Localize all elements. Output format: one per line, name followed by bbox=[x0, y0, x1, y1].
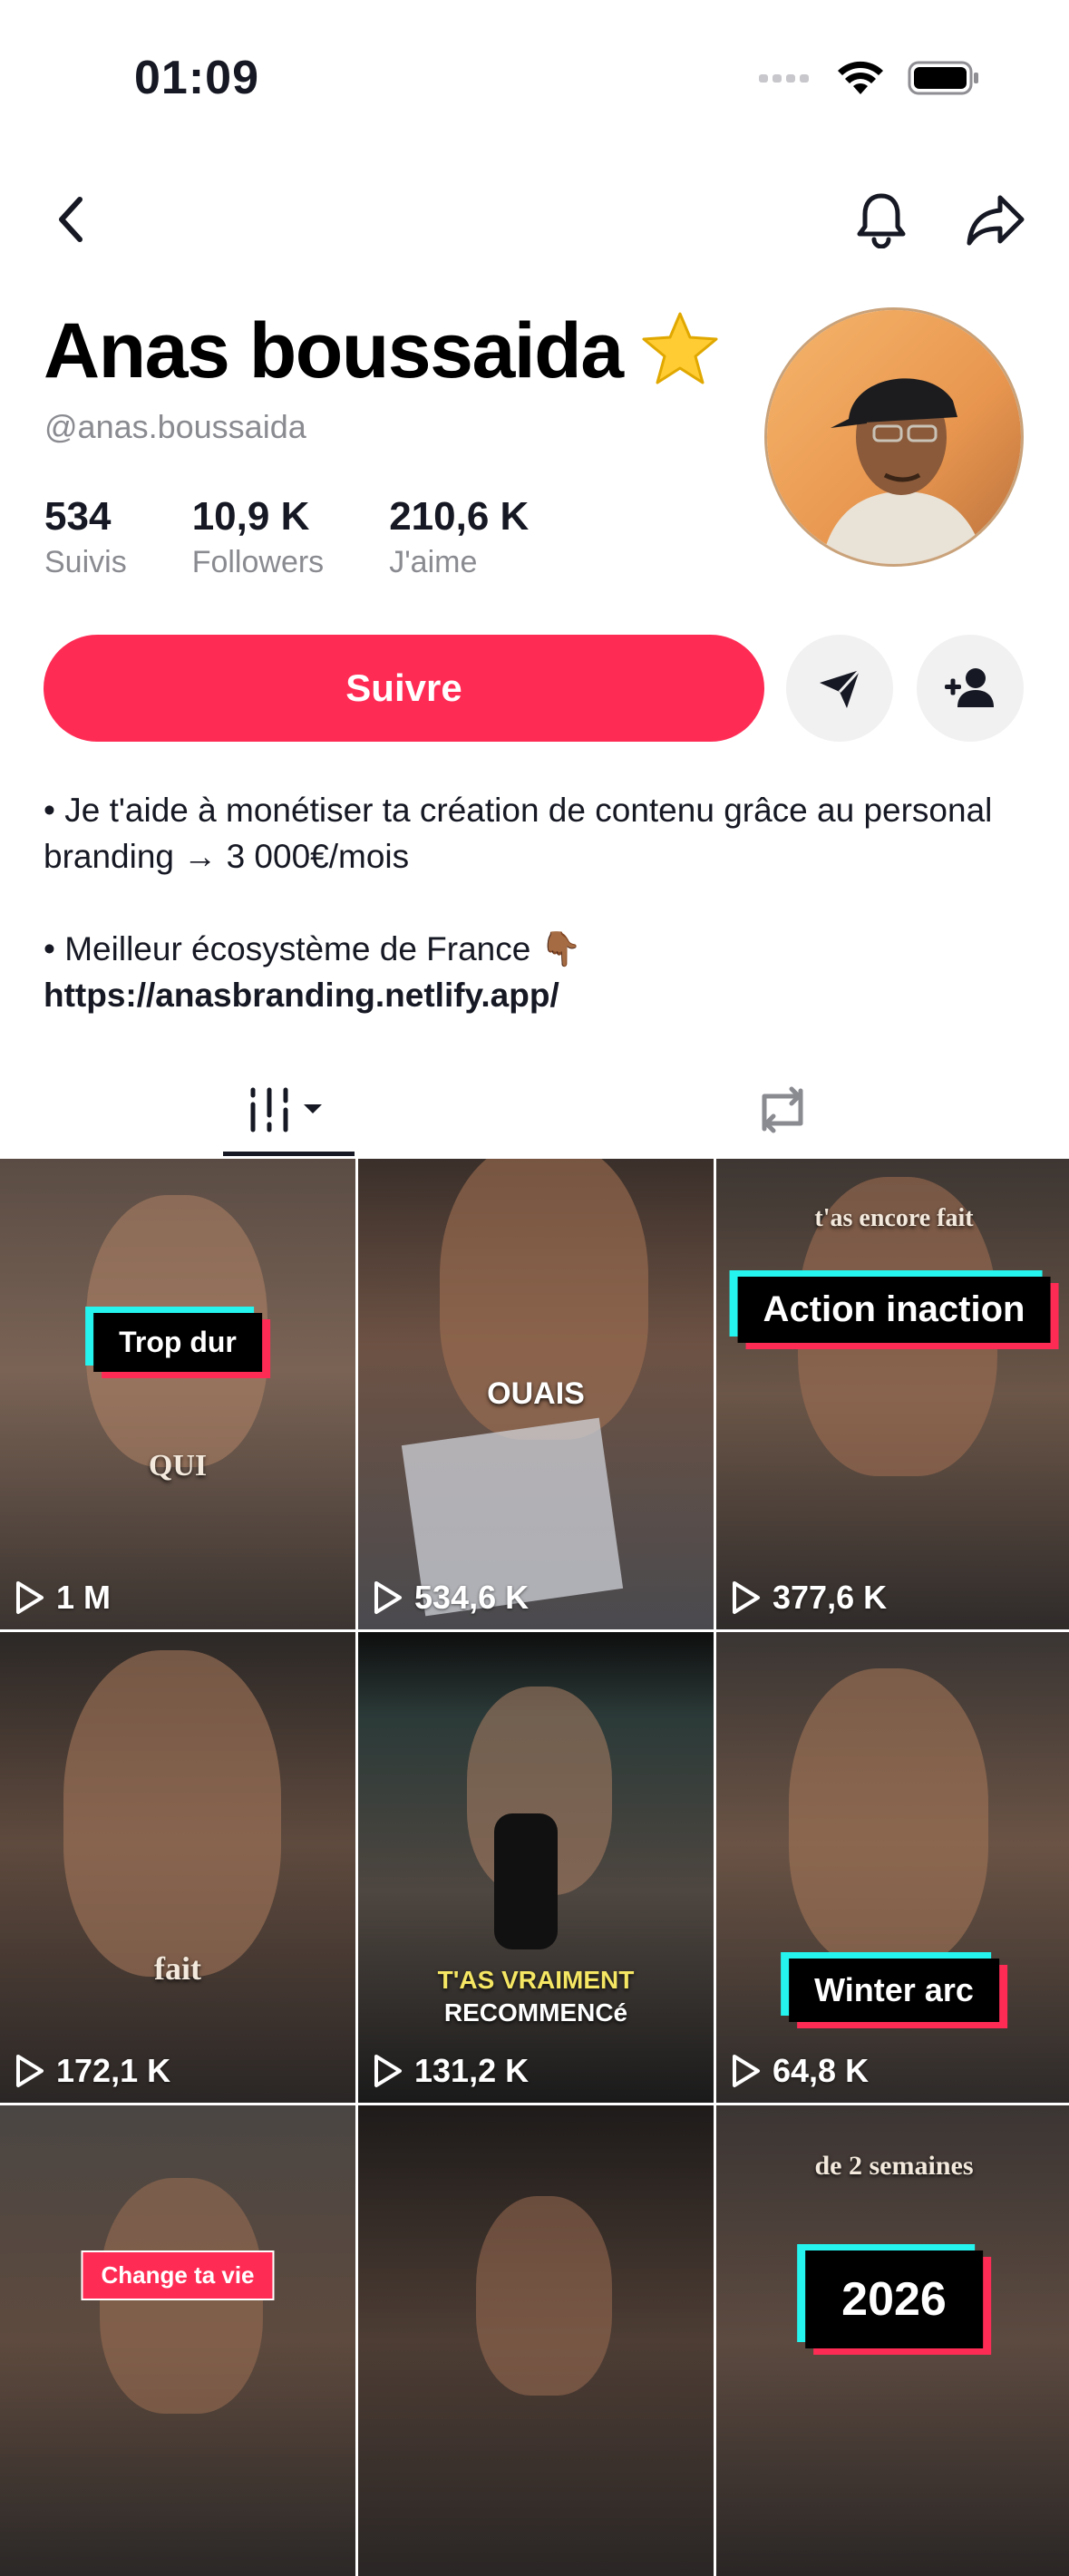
stat-likes[interactable]: 210,6 K J'aime bbox=[389, 494, 529, 580]
video-caption: Trop dur bbox=[93, 1313, 262, 1372]
tab-reposts[interactable] bbox=[716, 1063, 848, 1157]
view-count: 534,6 K bbox=[373, 1579, 529, 1617]
video-tile[interactable]: T'AS VRAIMENT RECOMMENCé 131,2 K bbox=[358, 1632, 714, 2103]
wifi-icon bbox=[838, 61, 883, 94]
play-icon bbox=[733, 2055, 760, 2087]
stat-label: Suivis bbox=[44, 545, 127, 579]
stat-label: J'aime bbox=[389, 545, 478, 579]
play-icon bbox=[374, 2055, 402, 2087]
play-icon bbox=[733, 1581, 760, 1614]
play-icon bbox=[16, 2055, 44, 2087]
message-button[interactable] bbox=[786, 635, 893, 742]
follow-button[interactable]: Suivre bbox=[44, 635, 764, 742]
view-count-text: 64,8 K bbox=[773, 2052, 870, 2089]
video-caption: Winter arc bbox=[789, 1959, 999, 2022]
username: @anas.boussaida bbox=[44, 408, 306, 445]
view-count-text: 1 M bbox=[56, 1579, 112, 1616]
tab-videos[interactable] bbox=[223, 1063, 355, 1157]
profile-name-row: Anas boussaida bbox=[44, 306, 721, 396]
stat-followers[interactable]: 10,9 K Followers bbox=[192, 494, 324, 580]
view-count: 377,6 K bbox=[731, 1579, 887, 1617]
view-count: 1 M bbox=[15, 1579, 111, 1617]
share-arrow-icon bbox=[967, 195, 1025, 246]
view-count-text: 131,2 K bbox=[414, 2052, 530, 2089]
play-icon bbox=[374, 1581, 402, 1614]
video-caption-secondary: 2026 bbox=[805, 2250, 983, 2348]
view-count: 172,1 K bbox=[15, 2052, 170, 2090]
video-caption-secondary: RECOMMENCé bbox=[443, 1998, 628, 2027]
star-badge-icon bbox=[639, 310, 721, 393]
bio: • Je t'aide à monétiser ta création de c… bbox=[44, 787, 1032, 1018]
video-caption-secondary: QUI bbox=[148, 1449, 208, 1482]
video-caption: T'AS VRAIMENT bbox=[437, 1966, 635, 1994]
send-icon bbox=[820, 668, 861, 708]
video-tile[interactable]: OUAIS 534,6 K bbox=[358, 1159, 714, 1629]
video-tile[interactable]: de 2 semaines 2026 bbox=[716, 2105, 1069, 2576]
notifications-button[interactable] bbox=[838, 176, 925, 263]
video-tile[interactable]: Change ta vie bbox=[0, 2105, 355, 2576]
battery-icon bbox=[908, 61, 978, 95]
tab-indicator bbox=[223, 1152, 355, 1156]
stat-following[interactable]: 534 Suivis bbox=[44, 494, 127, 580]
signal-icon bbox=[759, 74, 809, 83]
suggested-accounts-button[interactable] bbox=[917, 635, 1024, 742]
add-user-icon bbox=[945, 668, 994, 707]
view-count: 64,8 K bbox=[731, 2052, 869, 2090]
video-tile[interactable]: fait 172,1 K bbox=[0, 1632, 355, 2103]
stat-value: 534 bbox=[44, 494, 112, 539]
video-tile[interactable]: Trop dur QUI 1 M bbox=[0, 1159, 355, 1629]
video-caption: Change ta vie bbox=[81, 2250, 275, 2300]
stat-label: Followers bbox=[191, 545, 325, 579]
status-icons bbox=[759, 60, 980, 96]
bio-line: • Je t'aide à monétiser ta création de c… bbox=[44, 792, 993, 875]
status-time: 01:09 bbox=[134, 52, 259, 104]
view-count: 131,2 K bbox=[373, 2052, 529, 2090]
video-caption-secondary: Action inaction bbox=[737, 1277, 1051, 1343]
repost-icon bbox=[762, 1086, 802, 1133]
video-caption: t'as encore fait bbox=[814, 1204, 974, 1232]
video-grid-icon bbox=[250, 1087, 322, 1132]
back-button[interactable] bbox=[27, 176, 114, 263]
bio-link[interactable]: https://anasbranding.netlify.app/ bbox=[44, 972, 1032, 1018]
video-tile[interactable]: Winter arc 64,8 K bbox=[716, 1632, 1069, 2103]
video-tile[interactable]: t'as encore fait Action inaction 377,6 K bbox=[716, 1159, 1069, 1629]
display-name: Anas boussaida bbox=[44, 307, 624, 394]
bio-line: • Meilleur écosystème de France 👇🏾 bbox=[44, 930, 582, 967]
video-grid: Trop dur QUI 1 M OUAIS 534,6 K t'as enco… bbox=[0, 1159, 1069, 2576]
view-count-text: 534,6 K bbox=[414, 1579, 530, 1616]
video-caption: de 2 semaines bbox=[814, 2151, 974, 2181]
share-button[interactable] bbox=[952, 176, 1039, 263]
stat-value: 10,9 K bbox=[191, 494, 310, 539]
chevron-left-icon bbox=[59, 197, 83, 242]
view-count-text: 172,1 K bbox=[56, 2052, 171, 2089]
video-caption: OUAIS bbox=[487, 1376, 585, 1411]
stat-value: 210,6 K bbox=[389, 494, 530, 539]
play-icon bbox=[16, 1581, 44, 1614]
bell-icon bbox=[857, 193, 906, 248]
profile-stats: 534 Suivis 10,9 K Followers 210,6 K J'ai… bbox=[44, 494, 529, 580]
view-count-text: 377,6 K bbox=[773, 1579, 888, 1616]
video-tile[interactable] bbox=[358, 2105, 714, 2576]
video-caption: fait bbox=[154, 1950, 201, 1987]
avatar[interactable] bbox=[764, 307, 1024, 567]
